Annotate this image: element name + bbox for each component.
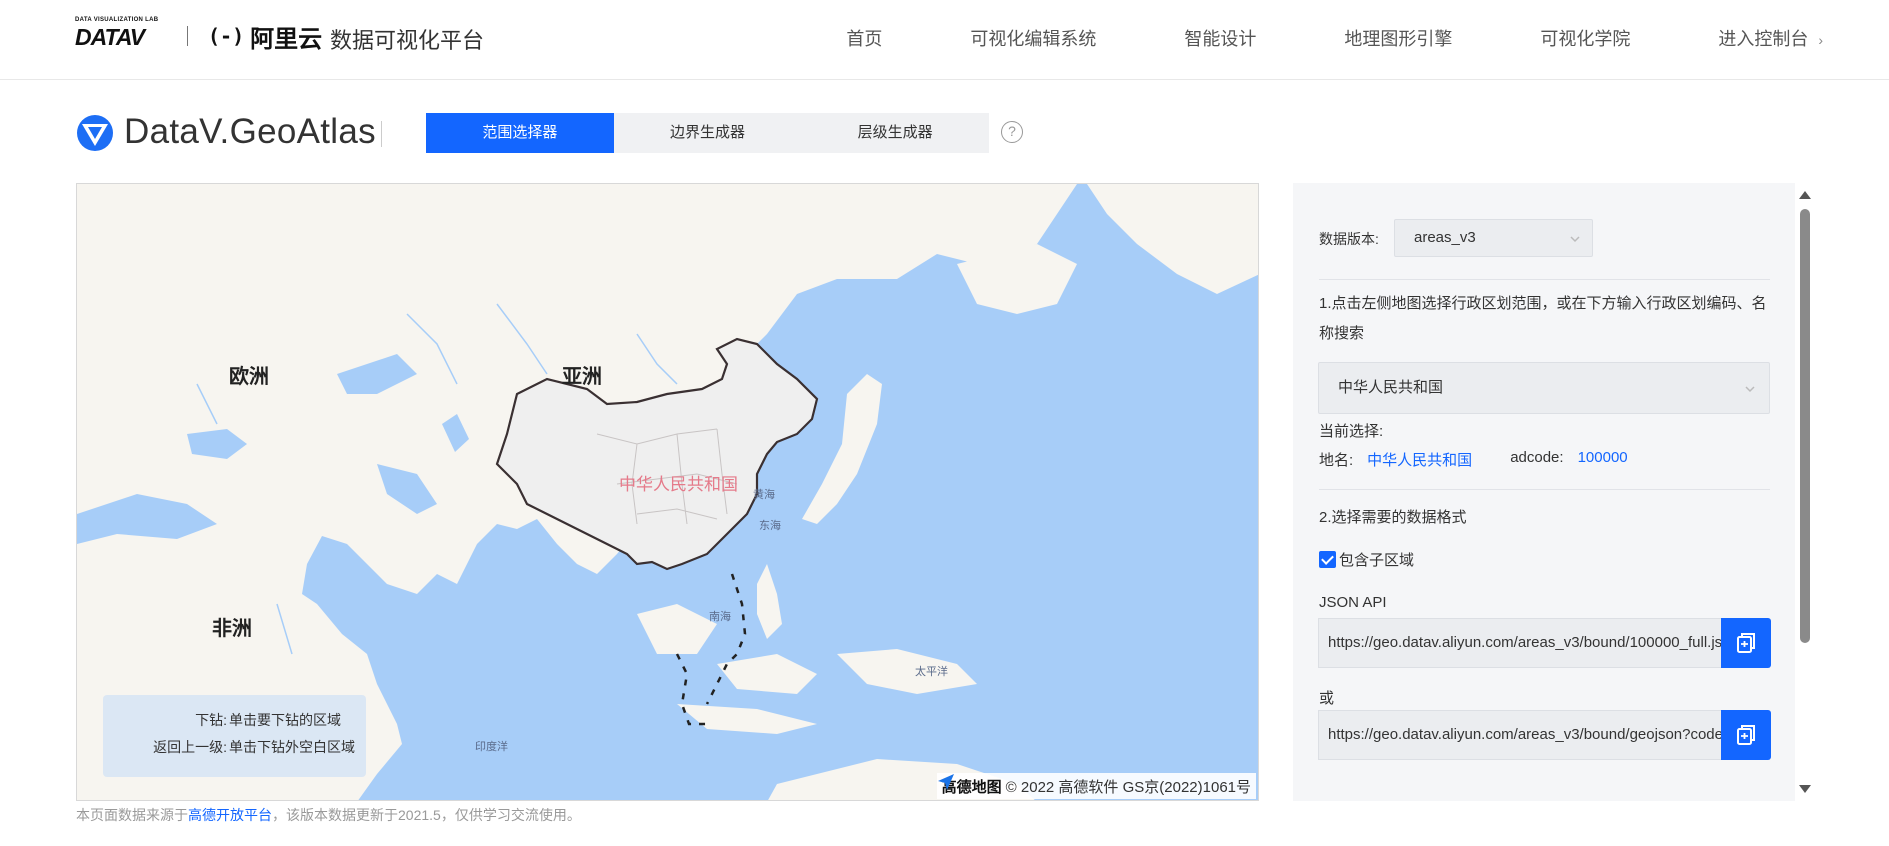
adcode-value: 100000 <box>1577 449 1628 466</box>
nav-geo-engine[interactable]: 地理图形引擎 <box>1344 25 1452 51</box>
datav-lab-caption: DATA VISUALIZATION LAB <box>75 17 159 23</box>
label-asia: 亚洲 <box>562 366 602 388</box>
include-sub-label: 包含子区域 <box>1339 552 1415 569</box>
footnote-prefix: 本页面数据来源于 <box>76 807 188 823</box>
nav-editor[interactable]: 可视化编辑系统 <box>970 25 1096 51</box>
main-nav: 首页 可视化编辑系统 智能设计 地理图形引擎 可视化学院 进入控制台 › <box>758 25 1823 51</box>
tab-range-selector[interactable]: 范围选择器 <box>426 113 614 153</box>
map-canvas[interactable]: 欧洲 亚洲 非洲 中华人民共和国 黄海 东海 南海 太平洋 印度洋 下钻: 单击要… <box>76 183 1259 801</box>
chevron-down-icon <box>1745 386 1755 393</box>
label-south-sea: 南海 <box>709 611 731 623</box>
nav-smart-design[interactable]: 智能设计 <box>1184 25 1256 51</box>
place-value: 中华人民共和国 <box>1367 452 1473 469</box>
scroll-up-arrow-icon[interactable] <box>1799 191 1811 199</box>
top-navbar: DATA VISUALIZATION LAB DATAV (-) 阿里云 数据可… <box>0 0 1889 80</box>
place-key: 地名: <box>1319 452 1354 469</box>
label-africa: 非洲 <box>212 618 252 640</box>
tab-boundary-generator[interactable]: 边界生成器 <box>614 113 802 153</box>
version-value: areas_v3 <box>1414 229 1476 246</box>
current-selection-label: 当前选择: <box>1319 423 1384 440</box>
amap-open-platform-link[interactable]: 高德开放平台 <box>188 807 272 823</box>
geojson-url-field[interactable]: https://geo.datav.aliyun.com/areas_v3/bo… <box>1318 710 1722 760</box>
step2-instructions: 2.选择需要的数据格式 <box>1319 509 1467 526</box>
attribution-text: © 2022 高德软件 GS京(2022)1061号 <box>1005 778 1251 796</box>
footnote-suffix: ，该版本数据更新于2021.5，仅供学习交流使用。 <box>272 807 581 823</box>
region-select[interactable]: 中华人民共和国 <box>1318 362 1770 414</box>
nav-console[interactable]: 进入控制台 › <box>1718 25 1823 51</box>
tool-tabs: 范围选择器 边界生成器 层级生成器 <box>426 113 989 153</box>
nav-home[interactable]: 首页 <box>846 25 882 51</box>
label-yellow-sea: 黄海 <box>753 489 775 501</box>
map-attribution: 高德地图 © 2022 高德软件 GS京(2022)1061号 <box>936 773 1256 799</box>
copy-url-button[interactable] <box>1721 618 1771 668</box>
label-china: 中华人民共和国 <box>619 475 738 494</box>
aliyun-wordmark: 阿里云 <box>250 25 323 53</box>
datav-wordmark: DATAV <box>75 24 145 50</box>
aliyun-mark-icon: (-) <box>208 24 245 48</box>
or-label: 或 <box>1319 690 1335 707</box>
up-key: 返回上一级: <box>153 739 227 755</box>
drill-tip-box: 下钻: 单击要下钻的区域 返回上一级: 单击下钻外空白区域 <box>103 695 366 777</box>
drill-key: 下钻: <box>195 712 227 728</box>
adcode-key: adcode: <box>1510 449 1564 466</box>
divider <box>1319 489 1770 490</box>
datav-logo[interactable]: DATA VISUALIZATION LAB DATAV <box>75 17 170 50</box>
include-sub-checkbox[interactable] <box>1319 551 1336 568</box>
current-selection-row: 地名: 中华人民共和国 adcode: 100000 <box>1319 449 1628 470</box>
step1-instructions: 1.点击左侧地图选择行政区划范围，或在下方输入行政区划编码、名称搜索 <box>1319 295 1767 342</box>
options-panel: 数据版本: areas_v3 1.点击左侧地图选择行政区划范围，或在下方输入行政… <box>1293 183 1795 801</box>
label-pacific: 太平洋 <box>915 666 948 678</box>
platform-title: 数据可视化平台 <box>330 28 485 53</box>
scroll-down-arrow-icon[interactable] <box>1799 785 1811 793</box>
logo-divider <box>187 26 188 46</box>
chevron-down-icon <box>1570 236 1580 243</box>
panel-scrollbar-thumb[interactable] <box>1800 209 1810 643</box>
up-value: 单击下钻外空白区域 <box>229 739 355 755</box>
product-name: DataV.GeoAtlas <box>124 112 376 151</box>
label-indian-ocean: 印度洋 <box>475 741 508 753</box>
region-value: 中华人民共和国 <box>1338 379 1444 396</box>
nav-console-label: 进入控制台 <box>1718 29 1809 49</box>
drill-value: 单击要下钻的区域 <box>229 712 341 728</box>
version-label: 数据版本: <box>1319 231 1379 247</box>
header-divider <box>381 121 382 147</box>
json-api-label: JSON API <box>1319 594 1387 611</box>
copy-url-button[interactable] <box>1721 710 1771 760</box>
footnote: 本页面数据来源于高德开放平台，该版本数据更新于2021.5，仅供学习交流使用。 <box>76 805 581 825</box>
help-icon[interactable]: ? <box>1001 121 1023 143</box>
copy-icon <box>1737 633 1755 653</box>
tab-level-generator[interactable]: 层级生成器 <box>801 113 989 153</box>
divider <box>1319 279 1770 280</box>
include-sub-row[interactable]: 包含子区域 <box>1319 549 1414 570</box>
label-east-sea: 东海 <box>759 520 781 532</box>
amap-arrow-icon <box>937 774 954 790</box>
copy-icon <box>1737 725 1755 745</box>
label-europe: 欧洲 <box>229 366 269 388</box>
json-api-url-field[interactable]: https://geo.datav.aliyun.com/areas_v3/bo… <box>1318 618 1722 668</box>
version-select[interactable]: areas_v3 <box>1394 219 1593 257</box>
nav-academy[interactable]: 可视化学院 <box>1540 25 1630 51</box>
geoatlas-logo-icon <box>77 115 113 151</box>
aliyun-logo[interactable]: (-) 阿里云 <box>208 21 323 53</box>
chevron-right-icon: › <box>1818 32 1823 48</box>
